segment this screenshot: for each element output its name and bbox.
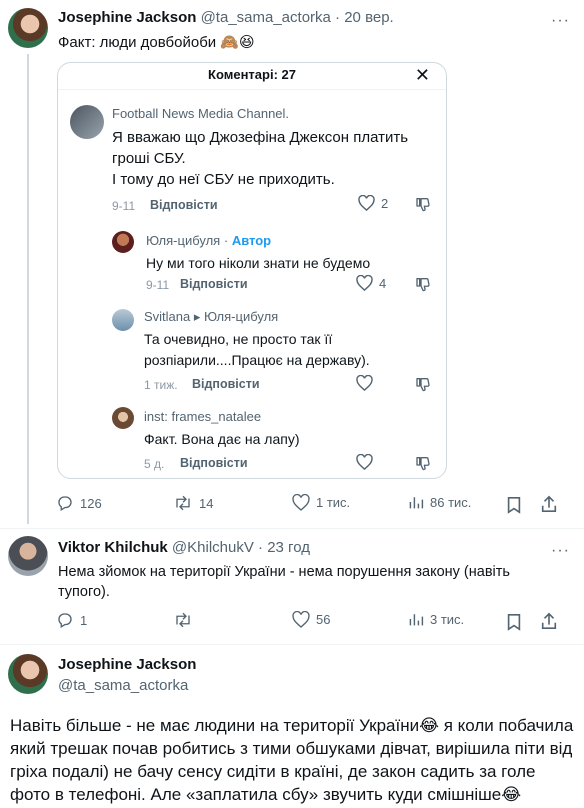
comment-like <box>356 375 373 391</box>
comment-time: 9-11 <box>146 278 170 292</box>
heart-icon <box>292 494 310 511</box>
avatar[interactable] <box>8 536 48 576</box>
comment-like: 4 <box>356 275 386 291</box>
tweet-text-line: тупого). <box>58 584 110 600</box>
share-icon[interactable] <box>540 495 558 513</box>
author-name[interactable]: Josephine Jackson <box>58 656 196 673</box>
author-badge: Автор <box>231 233 272 248</box>
author-label: Юля-цибуля <box>146 233 221 248</box>
comment-time: 1 тиж. <box>144 378 178 392</box>
comment-author: Football News Media Channel. <box>112 106 290 121</box>
comment-line: І тому до неї СБУ не приходить. <box>112 171 335 188</box>
comment-avatar <box>112 407 134 429</box>
heart-icon <box>358 195 375 211</box>
views-count: 86 тис. <box>430 494 472 510</box>
avatar[interactable] <box>8 654 48 694</box>
share-icon[interactable] <box>540 612 558 630</box>
bookmark-icon[interactable] <box>506 613 522 631</box>
bookmark-icon[interactable] <box>506 496 522 514</box>
reply-button: Відповісти <box>150 198 218 212</box>
reply-count: 1 <box>80 612 88 628</box>
like-count: 4 <box>379 275 387 291</box>
divider <box>58 89 446 90</box>
tweet-text: Навіть більше - не має людини на територ… <box>10 716 574 804</box>
author-handle[interactable]: @ta_sama_actorka <box>58 677 188 694</box>
reply-button: Відповісти <box>180 456 248 470</box>
separator-dot: · <box>223 233 229 248</box>
retweet-button[interactable] <box>173 611 199 629</box>
views-icon <box>409 614 424 626</box>
avatar[interactable] <box>8 8 48 48</box>
timestamp[interactable]: 20 вер. <box>344 9 394 26</box>
author-handle[interactable]: @KhilchukV <box>172 539 254 556</box>
comment-like <box>356 454 373 470</box>
comment-author: inst: frames_natalee <box>144 409 262 424</box>
reply-icon <box>58 613 72 628</box>
comment-line: Факт. Вона дає на лапу) <box>144 431 300 447</box>
tweet-text-line: Нема зйомок на території України - нема … <box>58 564 510 580</box>
more-options-icon[interactable]: ··· <box>551 542 570 560</box>
tweet-header: Josephine Jackson @ta_sama_actorka · 20 … <box>58 9 394 26</box>
reply-button: Відповісти <box>192 377 260 391</box>
reply-button[interactable]: 1 <box>56 611 87 629</box>
comment-line: розпіарили....Працює на державу). <box>144 352 370 368</box>
comment-author: Svitlana ▸ Юля-цибуля <box>144 309 279 324</box>
comment-like: 2 <box>358 195 388 211</box>
comment-line: Та очевидно, не просто так її <box>144 331 333 347</box>
comment-line: гроші СБУ. <box>112 150 186 167</box>
comment-time: 5 д. <box>144 457 165 471</box>
tweet-actions: 1 56 3 тис. <box>0 611 584 635</box>
thread-line <box>27 54 29 524</box>
retweet-count: 14 <box>199 495 214 511</box>
reply-icon <box>58 496 72 511</box>
comment-time: 9-11 <box>112 199 136 213</box>
comments-screenshot[interactable]: Коментарі: 27 ✕ Football News Media Chan… <box>57 62 447 479</box>
views-icon <box>409 497 424 509</box>
author-name[interactable]: Josephine Jackson <box>58 9 196 26</box>
timestamp[interactable]: 23 год <box>267 539 310 556</box>
comments-title: Коментарі: 27 <box>208 67 296 82</box>
divider <box>0 528 584 529</box>
heart-icon <box>356 375 373 391</box>
dislike-icon <box>416 278 430 292</box>
dislike-icon <box>416 378 430 392</box>
like-button[interactable]: 56 <box>292 611 330 628</box>
dislike-icon <box>416 198 430 212</box>
separator-dot: · <box>258 539 264 556</box>
retweet-button[interactable]: 14 <box>173 494 213 512</box>
comment-avatar <box>112 231 134 253</box>
reply-button[interactable]: 126 <box>56 494 102 512</box>
dislike-icon <box>416 457 430 471</box>
author-handle[interactable]: @ta_sama_actorka <box>201 9 331 26</box>
like-count: 56 <box>316 612 331 627</box>
comment-line: Я вважаю що Джозефіна Джексон платить <box>112 129 409 146</box>
divider <box>0 644 584 645</box>
comment-avatar <box>70 105 104 139</box>
views-count: 3 тис. <box>430 611 465 627</box>
retweet-icon <box>176 495 190 511</box>
tweet-header: Viktor Khilchuk @KhilchukV · 23 год <box>58 539 310 556</box>
views-button[interactable]: 3 тис. <box>408 611 464 627</box>
author-name[interactable]: Viktor Khilchuk <box>58 539 168 556</box>
tweet-actions: 126 14 1 тис. 86 тис. <box>0 494 584 518</box>
more-options-icon[interactable]: ··· <box>551 12 570 30</box>
comment-author: Юля-цибуля · Автор <box>146 233 271 248</box>
separator-dot: · <box>335 9 341 26</box>
retweet-icon <box>176 612 190 628</box>
comment-line: Ну ми того ніколи знати не будемо <box>146 255 371 271</box>
heart-icon <box>356 454 373 470</box>
heart-icon <box>292 611 310 628</box>
like-count: 2 <box>381 195 389 211</box>
like-button[interactable]: 1 тис. <box>292 494 350 511</box>
reply-button: Відповісти <box>180 277 248 291</box>
reply-count: 126 <box>80 495 102 511</box>
like-count: 1 тис. <box>316 495 351 510</box>
close-icon: ✕ <box>414 65 430 85</box>
tweet-text: Факт: люди довбойоби 🙈😆 <box>58 34 255 51</box>
comment-avatar <box>112 309 134 331</box>
heart-icon <box>356 275 373 291</box>
views-button[interactable]: 86 тис. <box>408 494 471 510</box>
